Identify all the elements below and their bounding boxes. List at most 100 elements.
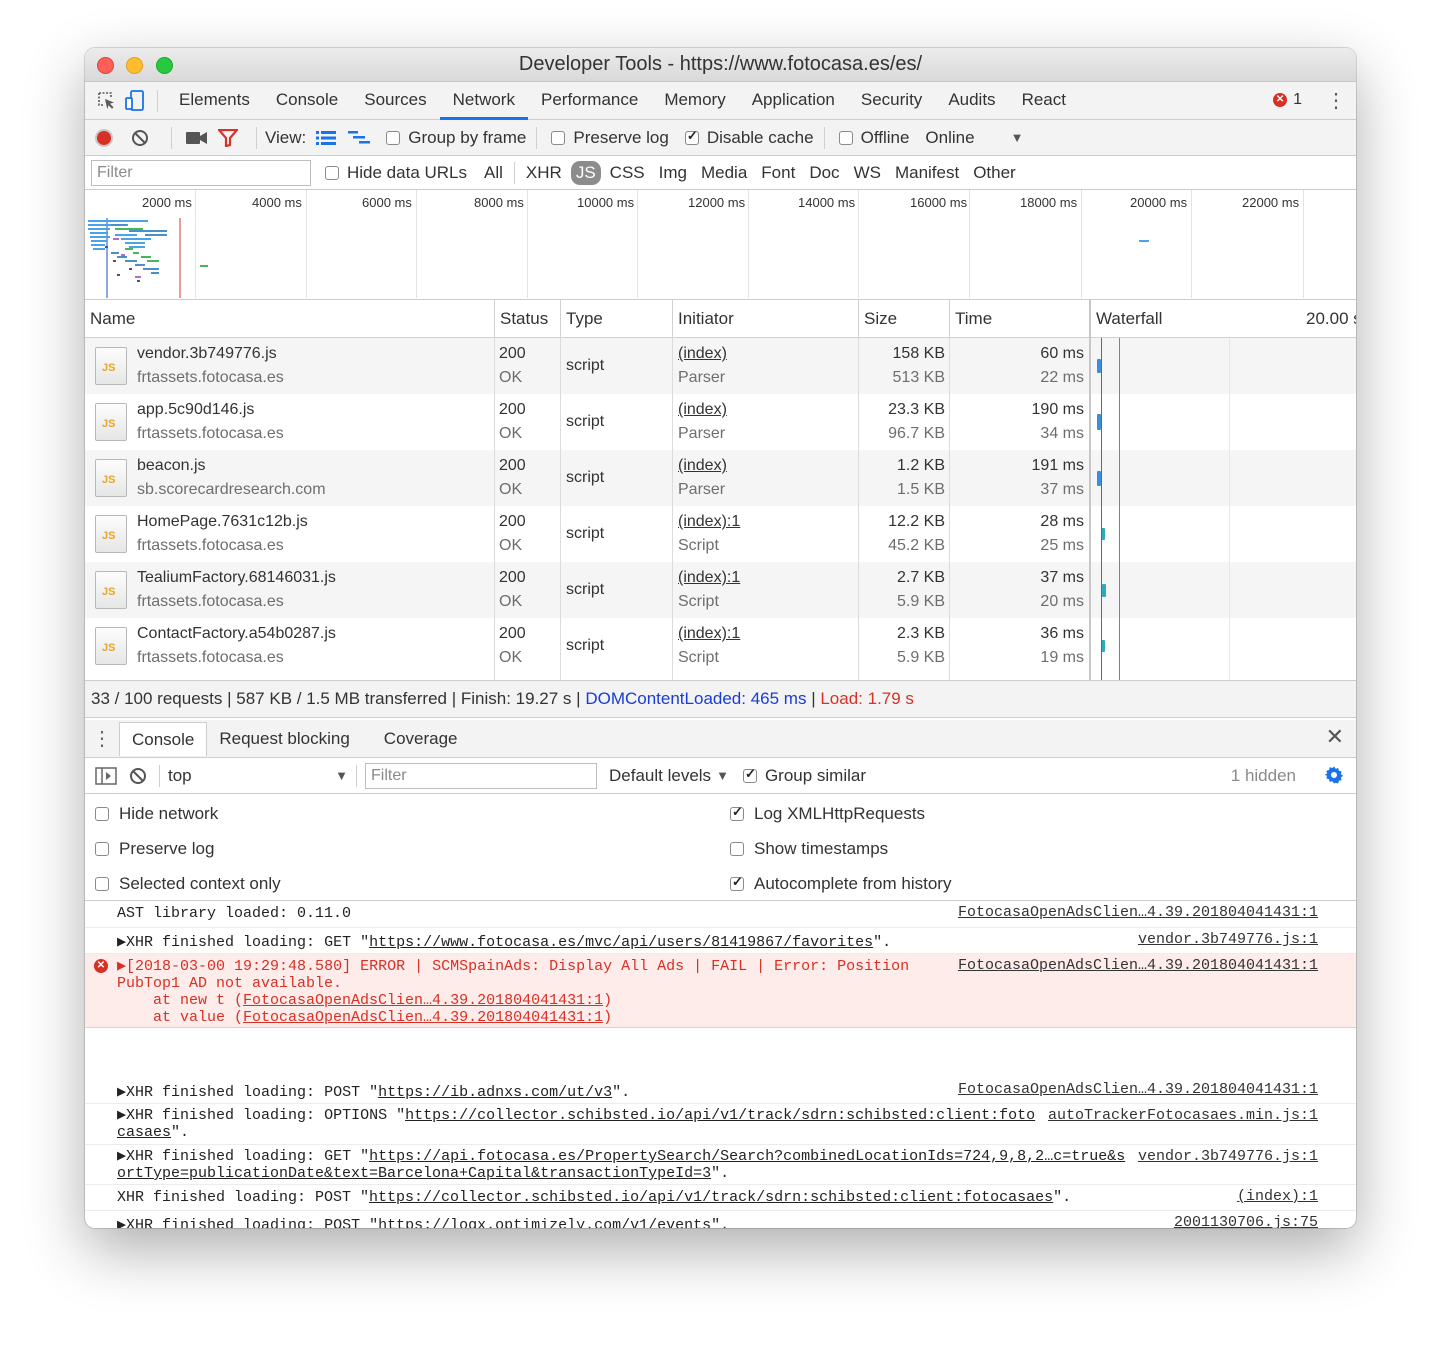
device-toolbar-icon[interactable] <box>121 87 149 115</box>
record-button[interactable] <box>95 128 113 147</box>
type-filter-manifest[interactable]: Manifest <box>890 161 964 185</box>
message-url-link[interactable]: https://www.fotocasa.es/mvc/api/users/81… <box>369 934 873 951</box>
group-similar-checkbox[interactable]: Group similar <box>742 766 866 786</box>
type-filter-media[interactable]: Media <box>696 161 752 185</box>
message-source-link[interactable]: vendor.3b749776.js:1 <box>1132 931 1318 948</box>
preserve-log-checkbox[interactable]: Preserve log <box>551 128 669 148</box>
console-filter-input[interactable] <box>365 762 597 789</box>
type-filter-css[interactable]: CSS <box>605 161 650 185</box>
drawer-tab-request-blocking[interactable]: Request blocking <box>207 722 361 756</box>
log-levels-select[interactable]: Default levels ▼ <box>609 766 729 786</box>
large-rows-icon[interactable] <box>316 130 337 146</box>
close-window-button[interactable] <box>97 57 114 74</box>
table-row[interactable]: JS vendor.3b749776.js frtassets.fotocasa.e… <box>85 338 1356 394</box>
column-header-name[interactable]: Name <box>85 300 135 338</box>
message-source-link[interactable]: 2001130706.js:75 <box>1168 1214 1318 1228</box>
type-filter-doc[interactable]: Doc <box>804 161 844 185</box>
column-header-initiator[interactable]: Initiator <box>672 300 734 338</box>
network-overview-timeline[interactable]: 2000 ms 4000 ms 6000 ms 8000 ms 10000 ms… <box>85 190 1356 300</box>
console-message[interactable]: ▶XHR finished loading: POST "https://ib.… <box>85 1078 1356 1104</box>
show-timestamps-checkbox[interactable]: Show timestamps <box>730 839 888 859</box>
group-by-frame-checkbox[interactable]: Group by frame <box>386 128 526 148</box>
type-filter-ws[interactable]: WS <box>849 161 886 185</box>
console-settings-gear-icon[interactable] <box>1324 765 1344 785</box>
type-filter-xhr[interactable]: XHR <box>521 161 567 185</box>
tab-performance[interactable]: Performance <box>528 82 651 120</box>
message-source-link[interactable]: FotocasaOpenAdsClien…4.39.201804041431:1 <box>952 1081 1318 1098</box>
tab-application[interactable]: Application <box>739 82 848 120</box>
column-header-waterfall[interactable]: Waterfall <box>1089 300 1162 338</box>
console-message[interactable]: ▶XHR finished loading: OPTIONS "https://… <box>85 1104 1356 1145</box>
network-filter-input[interactable] <box>91 159 311 186</box>
disable-cache-checkbox[interactable]: Disable cache <box>684 128 814 148</box>
initiator-link[interactable]: (index) <box>678 345 727 362</box>
table-row[interactable]: JS ContactFactory.a54b0287.js frtassets.fo… <box>85 618 1356 674</box>
tab-network[interactable]: Network <box>439 82 528 120</box>
clear-console-icon[interactable] <box>129 767 147 785</box>
maximize-window-button[interactable] <box>156 57 173 74</box>
type-filter-other[interactable]: Other <box>968 161 1021 185</box>
message-source-link[interactable]: vendor.3b749776.js:1 <box>1132 1148 1318 1165</box>
message-url-link[interactable]: https://api.fotocasa.es/PropertySearch/S… <box>369 1148 1125 1165</box>
offline-checkbox[interactable]: Offline <box>838 128 909 148</box>
table-row[interactable]: JS HomePage.7631c12b.js frtassets.fotocasa… <box>85 506 1356 562</box>
message-url-link[interactable]: ortType=publicationDate&text=Barcelona+C… <box>117 1165 711 1182</box>
message-url-link[interactable]: https://ib.adnxs.com/ut/v3 <box>378 1084 612 1101</box>
preserve-log-setting-checkbox[interactable]: Preserve log <box>95 839 214 859</box>
message-url-link[interactable]: https://collector.schibsted.io/api/v1/tr… <box>405 1107 1035 1124</box>
log-xhr-checkbox[interactable]: Log XMLHttpRequests <box>730 804 925 824</box>
type-filter-img[interactable]: Img <box>654 161 692 185</box>
console-message[interactable]: ▶XHR finished loading: POST "https://log… <box>85 1211 1356 1228</box>
initiator-link[interactable]: (index) <box>678 401 727 418</box>
message-source-link[interactable]: autoTrackerFotocasaes.min.js:1 <box>1042 1107 1318 1124</box>
initiator-link[interactable]: (index) <box>678 457 727 474</box>
tab-audits[interactable]: Audits <box>935 82 1008 120</box>
message-url-link[interactable]: casaes <box>117 1124 171 1141</box>
hide-network-checkbox[interactable]: Hide network <box>95 804 218 824</box>
drawer-menu-icon[interactable]: ⋮ <box>85 726 119 751</box>
tab-console[interactable]: Console <box>263 82 351 120</box>
table-row[interactable]: JS TealiumFactory.68146031.js frtassets.fo… <box>85 562 1356 618</box>
drawer-tab-console[interactable]: Console <box>119 721 208 756</box>
minimize-window-button[interactable] <box>126 57 143 74</box>
tab-elements[interactable]: Elements <box>166 82 263 120</box>
column-header-type[interactable]: Type <box>560 300 603 338</box>
stack-frame-link[interactable]: FotocasaOpenAdsClien…4.39.201804041431:1 <box>243 1009 603 1026</box>
hide-data-urls-checkbox[interactable]: Hide data URLs <box>325 163 467 183</box>
column-header-size[interactable]: Size <box>858 300 897 338</box>
capture-screenshots-icon[interactable] <box>186 131 208 145</box>
tab-sources[interactable]: Sources <box>351 82 439 120</box>
initiator-link[interactable]: (index):1 <box>678 569 740 586</box>
column-header-status[interactable]: Status <box>494 300 548 338</box>
console-message[interactable]: ▶XHR finished loading: GET "https://api.… <box>85 1145 1356 1185</box>
sidebar-toggle-icon[interactable] <box>95 766 117 785</box>
autocomplete-history-checkbox[interactable]: Autocomplete from history <box>730 874 951 894</box>
tab-react[interactable]: React <box>1009 82 1079 120</box>
drawer-tab-coverage[interactable]: Coverage <box>372 722 470 756</box>
initiator-link[interactable]: (index):1 <box>678 513 740 530</box>
table-row[interactable]: JS app.5c90d146.js frtassets.fotocasa.es 20… <box>85 394 1356 450</box>
table-row[interactable]: JS beacon.js sb.scorecardresearch.com 200 OK… <box>85 450 1356 506</box>
initiator-link[interactable]: (index):1 <box>678 625 740 642</box>
type-filter-js[interactable]: JS <box>570 160 601 185</box>
message-url-link[interactable]: https://collector.schibsted.io/api/v1/tr… <box>369 1189 1053 1206</box>
message-source-link[interactable]: FotocasaOpenAdsClien…4.39.201804041431:1 <box>952 904 1318 921</box>
clear-icon[interactable] <box>131 129 149 147</box>
inspect-element-icon[interactable] <box>93 87 121 115</box>
context-selector[interactable]: top ▼ <box>168 766 356 786</box>
overview-icon[interactable] <box>348 130 371 146</box>
error-counter[interactable]: ✕ 1 <box>1273 91 1302 109</box>
throttling-select[interactable]: Online ▼ <box>925 128 1023 148</box>
type-filter-font[interactable]: Font <box>756 161 800 185</box>
tab-security[interactable]: Security <box>848 82 935 120</box>
console-message[interactable]: ▶XHR finished loading: GET "https://www.… <box>85 928 1356 954</box>
close-drawer-icon[interactable]: ✕ <box>1326 724 1344 750</box>
message-source-link[interactable]: FotocasaOpenAdsClien…4.39.201804041431:1 <box>951 957 1318 974</box>
filter-icon[interactable] <box>218 128 238 147</box>
type-filter-all[interactable]: All <box>479 161 508 185</box>
message-url-link[interactable]: https://logx.optimizely.com/v1/events <box>378 1217 711 1228</box>
tab-memory[interactable]: Memory <box>651 82 738 120</box>
message-source-link[interactable]: (index):1 <box>1231 1188 1318 1205</box>
console-message[interactable]: XHR finished loading: POST "https://coll… <box>85 1185 1356 1211</box>
more-options-icon[interactable]: ⋮ <box>1326 88 1346 113</box>
